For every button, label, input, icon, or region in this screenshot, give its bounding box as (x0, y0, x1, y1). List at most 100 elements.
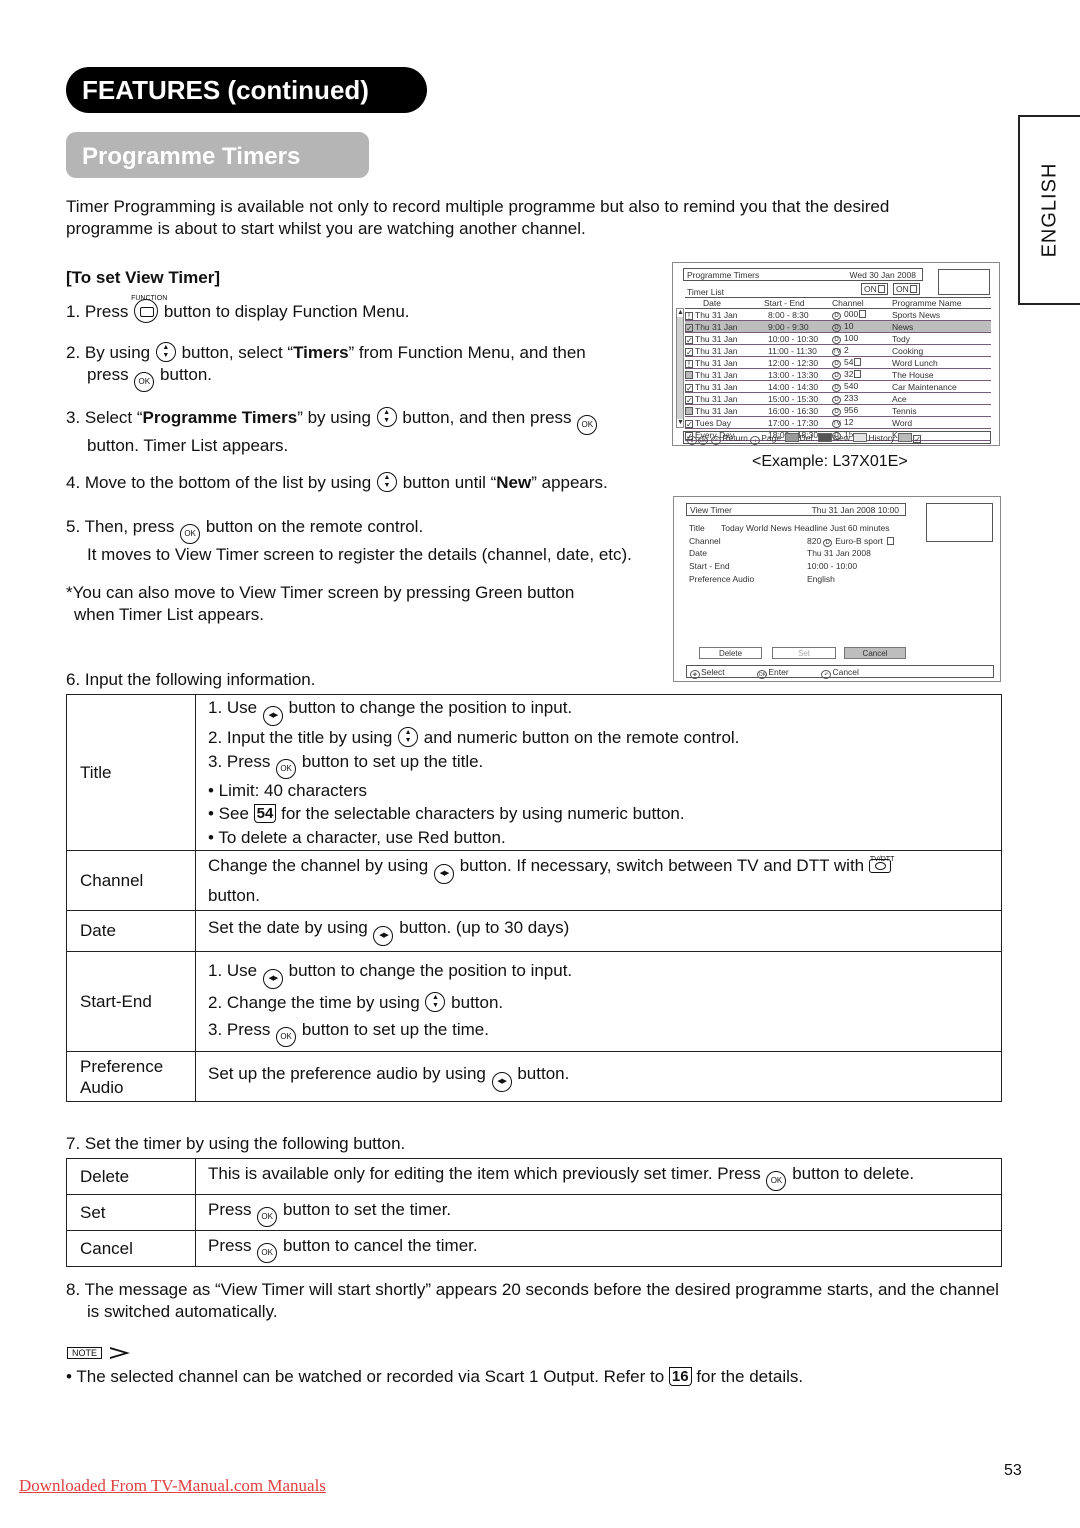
up-down-button-icon (425, 991, 446, 1012)
input-info-table: Title 1. Use button to change the positi… (66, 694, 1002, 1102)
note-tag: NOTE (67, 1347, 103, 1359)
yellow-key-swatch (853, 433, 868, 442)
checkbox-checked-icon[interactable]: ✓ (685, 419, 693, 428)
checkbox-checked-icon[interactable]: ✓ (685, 347, 693, 356)
checkbox-checked-icon[interactable]: ✓ (685, 323, 693, 332)
list-scrollbar[interactable]: ▲ ▼ (676, 308, 684, 428)
ok-button-icon: OK (180, 524, 201, 544)
row-date: Thu 31 Jan (695, 333, 738, 344)
row-time: 8:00 - 8:30 (760, 308, 830, 321)
checkbox-checked-icon[interactable]: ✓ (685, 383, 693, 392)
page-icon: ↕ (750, 436, 761, 445)
checkbox-disabled-icon[interactable] (685, 406, 693, 415)
timer-list-row[interactable]: Thu 31 Jan 16:00 - 16:30 D 956 Tennis (685, 404, 991, 417)
digital-icon: D (832, 384, 841, 392)
timer-list-header: Programme Timers Wed 30 Jan 2008 (683, 268, 923, 281)
set-button[interactable]: Set (772, 647, 836, 659)
download-link[interactable]: Downloaded From TV-Manual.com Manuals (19, 1476, 326, 1496)
preview-window (938, 269, 990, 295)
left-right-button-icon (491, 1071, 512, 1092)
ok-button-icon: OK (276, 758, 297, 779)
row-content-preference-audio: Set up the preference audio by using but… (195, 1051, 1002, 1102)
row-programme-name: Cooking (892, 344, 991, 357)
cancel-button[interactable]: Cancel (844, 647, 906, 659)
up-down-button-icon (376, 472, 397, 492)
reminder-icon[interactable]: ! (685, 359, 693, 368)
timer-list-row[interactable]: Thu 31 Jan 13:00 - 13:30 D 32 The House (685, 368, 991, 381)
table-row-date: Date Set the date by using button. (up t… (66, 910, 1002, 952)
digital-icon: D (832, 372, 841, 380)
navigate-icon: ✥ (690, 670, 700, 679)
row-programme-name: Word (892, 416, 991, 429)
ok-button-icon: OK (577, 415, 598, 435)
timer-list-header-row: Date Start - End Channel Programme Name (685, 297, 991, 309)
checkbox-checked-icon[interactable]: ✓ (685, 395, 693, 404)
timer-list-row[interactable]: ✓ Thu 31 Jan 11:00 - 11:30 TV 2 Cooking (685, 344, 991, 357)
row-channel: 100 (844, 333, 859, 343)
timer-list-row[interactable]: ✓ Thu 31 Jan 10:00 - 10:30 D 100 Tody (685, 332, 991, 345)
row-time: 9:00 - 9:30 (760, 320, 830, 333)
row-programme-name: Word Lunch (892, 356, 991, 369)
row-programme-name: Tennis (892, 404, 991, 417)
scroll-up-icon[interactable]: ▲ (677, 309, 684, 317)
delete-button[interactable]: Delete (699, 647, 762, 659)
row-label-set: Set (66, 1194, 196, 1231)
page-number: 53 (1004, 1462, 1022, 1479)
timer-list-table: Date Start - End Channel Programme Name … (685, 297, 991, 441)
analog-tv-icon: TV (832, 348, 841, 356)
scroll-down-icon[interactable]: ▼ (677, 419, 684, 427)
step-2: 2. By using button, select “Timers” from… (66, 342, 586, 392)
digital-icon: D (832, 336, 841, 344)
view-timer-header: View Timer Thu 31 Jan 2008 10:00 (686, 503, 906, 516)
timer-list-row[interactable]: ✓ Thu 31 Jan 14:00 - 14:30 D 540 Car Maintena… (685, 380, 991, 393)
timer-list-row[interactable]: ! Thu 31 Jan 12:00 - 12:30 D 54 Word Lunch (685, 356, 991, 369)
checkbox-disabled-icon[interactable] (685, 370, 693, 379)
timer-list-row[interactable]: ✓ Thu 31 Jan 9:00 - 9:30 D 10 News (685, 320, 991, 333)
analog-tv-icon: TV (832, 420, 841, 428)
row-label-start-end: Start-End (66, 951, 196, 1052)
row-content-delete: This is available only for editing the i… (195, 1158, 1002, 1195)
step-6: 6. Input the following information. (66, 670, 316, 689)
row-content-channel: Change the channel by using button. If n… (195, 850, 1002, 911)
row-label-delete: Delete (66, 1158, 196, 1195)
table-row-set: Set Press OK button to set the timer. (66, 1194, 1002, 1231)
reminder-icon[interactable]: ! (685, 311, 693, 320)
timer-list-row[interactable]: ✓ Thu 31 Jan 15:00 - 15:30 D 233 Ace (685, 392, 991, 405)
page-reference-54[interactable]: 54 (253, 804, 277, 823)
step-4: 4. Move to the bottom of the list by usi… (66, 472, 608, 494)
lock-badge-2: ON (893, 283, 920, 295)
row-date: Thu 31 Jan (695, 321, 738, 332)
row-channel: 233 (844, 393, 859, 403)
ok-icon: OK (698, 436, 708, 445)
row-channel: 2 (844, 345, 849, 355)
row-channel: 32 (844, 369, 854, 379)
step-1: 1. Press FUNCTION button to display Func… (66, 295, 410, 323)
left-right-button-icon (262, 706, 283, 726)
row-date: Thu 31 Jan (695, 405, 738, 416)
row-content-start-end: 1. Use button to change the position to … (195, 951, 1002, 1052)
left-right-button-icon (373, 926, 394, 946)
row-time: 15:00 - 15:30 (760, 392, 830, 405)
function-button-icon: FUNCTION (131, 295, 167, 323)
page-reference-16[interactable]: 16 (668, 1367, 692, 1386)
timer-list-row[interactable]: ✓ Tues Day 17:00 - 17:30 TV 12 Word (685, 416, 991, 429)
row-time: 14:00 - 14:30 (760, 380, 830, 393)
view-timer-screen: View Timer Thu 31 Jan 2008 10:00 Title To… (673, 496, 1001, 682)
timer-list-footer: ⇕ OK ↶ Return ↕ Page Del. New History ✓ (683, 431, 991, 445)
row-programme-name: The House (892, 368, 991, 381)
row-programme-name: Car Maintenance (892, 380, 991, 393)
row-date: Thu 31 Jan (695, 345, 738, 356)
checkbox-checked-icon[interactable]: ✓ (685, 335, 693, 344)
row-time: 11:00 - 11:30 (760, 344, 830, 357)
lock-icon (859, 310, 867, 318)
note-text: • The selected channel can be watched or… (66, 1367, 804, 1386)
ok-button-icon: OK (257, 1207, 278, 1227)
navigate-icon: ⇕ (687, 436, 697, 445)
timer-list-row[interactable]: ! Thu 31 Jan 8:00 - 8:30 D 000 Sports News (685, 308, 991, 321)
row-channel: 12 (844, 417, 854, 427)
ok-button-icon: OK (134, 372, 155, 392)
lock-badge-1: ON (861, 283, 888, 295)
language-label: ENGLISH (1038, 162, 1061, 258)
blue-key-swatch (898, 433, 913, 442)
digital-icon: D (832, 396, 841, 404)
